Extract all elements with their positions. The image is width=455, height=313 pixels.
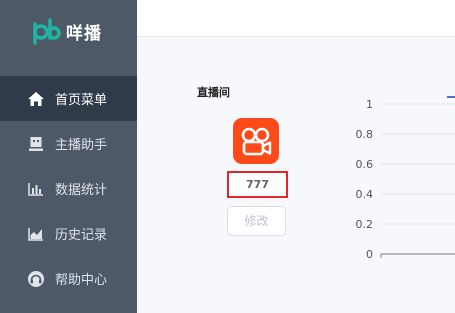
y-axis-ticks: 1 0.8 0.6 0.4 0.2 0 <box>356 98 374 261</box>
y-tick-label: 0.4 <box>356 188 374 201</box>
y-tick-label: 1 <box>366 98 373 111</box>
sidebar-item-label: 帮助中心 <box>55 273 108 288</box>
app-name: 咩播 <box>66 23 102 44</box>
sidebar: 咩播 首页菜单 主播助手 数据统计 历史记录 帮助中心 <box>0 0 137 313</box>
grid-lines <box>380 96 455 258</box>
sidebar-item-assistant[interactable]: 主播助手 <box>0 121 137 166</box>
pb-logo-icon <box>33 18 61 45</box>
sidebar-item-label: 首页菜单 <box>55 93 108 108</box>
sidebar-item-label: 主播助手 <box>55 138 108 153</box>
room-id-input[interactable] <box>227 171 288 198</box>
y-tick-label: 0.2 <box>356 218 374 231</box>
y-tick-label: 0 <box>366 248 373 261</box>
y-tick-label: 0.6 <box>356 158 374 171</box>
kuaishou-icon <box>233 118 279 164</box>
headset-icon <box>26 269 46 289</box>
top-bar <box>137 0 455 37</box>
main-content: 直播间 修改 1 0.8 0.6 0.4 0.2 0 <box>137 0 455 313</box>
app-logo[interactable]: 咩播 <box>31 15 102 47</box>
area-chart-icon <box>26 224 46 244</box>
live-room-title: 直播间 <box>197 86 230 99</box>
assistant-icon <box>26 134 46 154</box>
sidebar-item-statistics[interactable]: 数据统计 <box>0 166 137 211</box>
line-chart: 1 0.8 0.6 0.4 0.2 0 <box>356 96 455 261</box>
sidebar-item-label: 数据统计 <box>55 183 108 198</box>
sidebar-item-label: 历史记录 <box>55 228 108 243</box>
sidebar-item-home[interactable]: 首页菜单 <box>0 76 137 121</box>
sidebar-item-history[interactable]: 历史记录 <box>0 211 137 256</box>
sidebar-item-help[interactable]: 帮助中心 <box>0 256 137 301</box>
bar-chart-icon <box>26 179 46 199</box>
edit-button[interactable]: 修改 <box>227 206 286 236</box>
home-icon <box>26 89 46 109</box>
y-tick-label: 0.8 <box>356 128 374 141</box>
